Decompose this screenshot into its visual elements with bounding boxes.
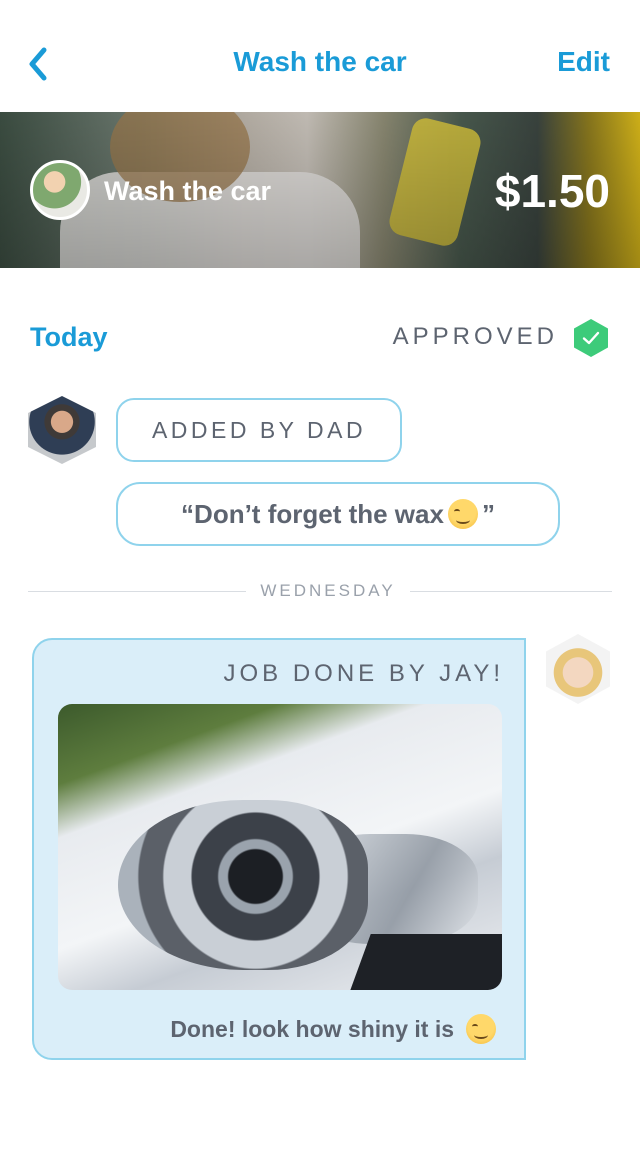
photo-grille	[345, 934, 502, 990]
chore-hero-banner: Wash the car $1.50	[0, 112, 640, 268]
edit-button[interactable]: Edit	[557, 46, 610, 78]
added-by-bubble: ADDED BY DAD	[116, 398, 402, 462]
status-label: APPROVED	[392, 323, 558, 350]
jay-avatar	[546, 634, 610, 704]
day-divider-label: WEDNESDAY	[260, 581, 396, 600]
job-done-title: JOB DONE BY JAY!	[223, 660, 504, 687]
note-text: “Don’t forget the wax	[181, 498, 444, 529]
chore-title: Wash the car	[104, 176, 272, 206]
page-title: Wash the car	[233, 46, 407, 77]
car-headlight-photo[interactable]	[58, 704, 502, 990]
divider-line-right	[410, 591, 612, 592]
check-hexagon-icon	[574, 319, 608, 357]
smiling-emoji-icon	[466, 1014, 496, 1044]
chore-avatar	[30, 160, 90, 220]
divider-line-left	[28, 591, 246, 592]
smiling-emoji-icon	[447, 499, 478, 529]
note-bubble: “Don’t forget the wax ”	[116, 482, 560, 546]
added-by-label: ADDED BY DAD	[151, 416, 367, 443]
nav-bar: Wash the car Edit	[0, 0, 640, 112]
dad-avatar	[28, 396, 96, 464]
date-label: Today	[30, 322, 108, 352]
chore-price: $1.50	[494, 165, 610, 217]
caption-text: Done! look how shiny it is	[170, 1015, 454, 1042]
photo-headlight	[118, 800, 368, 970]
job-done-caption: Done! look how shiny it is	[170, 1014, 500, 1044]
job-done-card: JOB DONE BY JAY! Done! look how shiny it…	[32, 638, 526, 1060]
note-text-end: ”	[481, 498, 495, 529]
